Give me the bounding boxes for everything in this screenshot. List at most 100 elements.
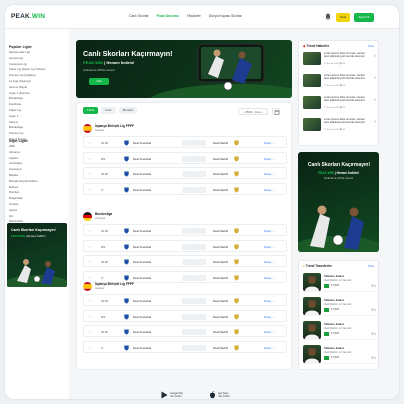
match-row[interactable]: ☆ MS Real Sociedad - Real Madrid Detay → bbox=[83, 239, 287, 252]
bookmark-icon[interactable]: ⌑ bbox=[374, 76, 376, 80]
bookmark-icon[interactable]: ⌑ bbox=[374, 356, 376, 360]
away-team-crest-icon bbox=[234, 228, 239, 234]
match-detail-link[interactable]: Detay → bbox=[264, 276, 275, 280]
tab-all[interactable]: Tümü bbox=[83, 107, 99, 114]
bookmark-icon[interactable]: ⌑ bbox=[374, 332, 376, 336]
hero-download-button[interactable]: İndir bbox=[89, 78, 109, 85]
transfer-item[interactable]: Vinicius Junior Real Madrid • 24 Yaşında €… bbox=[303, 272, 376, 292]
league-name[interactable]: İspanya Birleşik Lig FPPF bbox=[95, 124, 134, 128]
nav-live-scores[interactable]: Canlı Skorlar bbox=[129, 14, 149, 18]
match-row[interactable]: ☆ İY Real Sociedad - Real Madrid Detay → bbox=[83, 270, 287, 283]
hero-title: Canlı Skorları Kaçırmayın! bbox=[83, 49, 173, 58]
match-row[interactable]: ☆ 20:00 Real Sociedad - Real Madrid Detay → bbox=[83, 136, 287, 148]
news-see-all-link[interactable]: Tümü bbox=[367, 45, 374, 48]
football-players-image bbox=[7, 259, 67, 287]
matches-panel: Tümü Canlı Bitmişler ‹ 25/04 - Cum › İsp… bbox=[76, 102, 292, 370]
news-date: 12 Kasım 2024 bbox=[324, 85, 339, 87]
star-icon[interactable]: ☆ bbox=[88, 298, 92, 303]
star-icon[interactable]: ☆ bbox=[88, 156, 92, 161]
transfer-item[interactable]: Vinicius Junior Real Madrid • 24 Yaşında €… bbox=[303, 320, 376, 340]
match-detail-link[interactable]: Detay → bbox=[264, 346, 275, 350]
app-store-badge[interactable]: App Store 'dan İndirin bbox=[209, 389, 230, 399]
match-row[interactable]: ☆ 20:00 Real Sociedad - Real Madrid Detay → bbox=[83, 255, 287, 267]
player-name: Vinicius Junior bbox=[324, 274, 344, 278]
match-row[interactable]: ☆ 20:00 Real Sociedad - Real Madrid Detay → bbox=[83, 294, 287, 306]
match-row[interactable]: ☆ MS Real Sociedad - Real Madrid Detay → bbox=[83, 151, 287, 164]
home-team-crest-icon bbox=[124, 156, 129, 162]
match-row[interactable]: ☆ İY Real Sociedad - Real Madrid Detay → bbox=[83, 182, 287, 195]
match-score: - bbox=[182, 171, 206, 177]
home-team-crest-icon bbox=[124, 345, 129, 351]
news-item[interactable]: Lorem ipsum dolor sit amet, consec tetur… bbox=[303, 52, 376, 66]
transfers-see-all-link[interactable]: Tümü bbox=[367, 265, 374, 268]
bookmark-icon[interactable]: ⌑ bbox=[374, 120, 376, 124]
star-icon[interactable]: ☆ bbox=[88, 171, 92, 176]
home-team-name: Real Sociedad bbox=[133, 275, 152, 280]
news-item[interactable]: Lorem ipsum dolor sit amet, consec tetur… bbox=[303, 74, 376, 88]
match-time: İY bbox=[101, 275, 104, 280]
match-filter-tabs: Tümü Canlı Bitmişler bbox=[83, 107, 138, 114]
star-icon[interactable]: ☆ bbox=[88, 187, 92, 192]
match-row[interactable]: ☆ 20:00 Real Sociedad - Real Madrid Detay → bbox=[83, 325, 287, 337]
tab-finished[interactable]: Bitmişler bbox=[118, 107, 138, 114]
bell-icon[interactable] bbox=[325, 13, 331, 20]
match-detail-link[interactable]: Detay → bbox=[264, 315, 275, 319]
transfer-item[interactable]: Vinicius Junior Real Madrid • 24 Yaşında €… bbox=[303, 296, 376, 316]
match-detail-link[interactable]: Detay → bbox=[264, 260, 275, 264]
match-detail-link[interactable]: Detay → bbox=[264, 172, 275, 176]
app-store-bottom: 'dan İndirin bbox=[218, 395, 230, 398]
match-row[interactable]: ☆ MS Real Sociedad - Real Madrid Detay → bbox=[83, 309, 287, 322]
match-score: - bbox=[182, 243, 206, 250]
match-detail-link[interactable]: Detay → bbox=[264, 299, 275, 303]
match-row[interactable]: ☆ 20:00 Real Sociedad - Real Madrid Detay → bbox=[83, 224, 287, 236]
top-header: PEAK.WIN Canlı Skorlar Puan Durumu Fikst… bbox=[5, 5, 399, 29]
bookmark-icon[interactable]: ⌑ bbox=[374, 308, 376, 312]
away-team-name: Real Madrid bbox=[213, 156, 229, 161]
right-promo-banner[interactable]: Canlı Skorları Kaçırmayın! PEAK.WIN | He… bbox=[298, 152, 379, 252]
login-button[interactable]: Giriş bbox=[336, 13, 350, 22]
match-detail-link[interactable]: Detay → bbox=[264, 157, 275, 161]
match-detail-link[interactable]: Detay → bbox=[264, 245, 275, 249]
star-icon[interactable]: ☆ bbox=[88, 228, 92, 233]
star-icon[interactable]: ☆ bbox=[88, 259, 92, 264]
match-row[interactable]: ☆ İY Real Sociedad - Real Madrid Detay → bbox=[83, 340, 287, 353]
bookmark-icon[interactable]: ⌑ bbox=[374, 98, 376, 102]
transfer-actions: ⛨ ⌑ bbox=[371, 284, 376, 288]
google-play-badge[interactable]: Google Play 'den İndirin bbox=[161, 389, 183, 399]
trend-news-title-text: Trend Haberler bbox=[306, 44, 330, 48]
hero-promo-banner[interactable]: Canlı Skorları Kaçırmayın! PEAK.WIN | He… bbox=[76, 40, 292, 98]
tab-live[interactable]: Canlı bbox=[101, 107, 116, 114]
match-detail-link[interactable]: Detay → bbox=[264, 229, 275, 233]
match-detail-link[interactable]: Detay → bbox=[264, 330, 275, 334]
league-name[interactable]: İspanya Birleşik Lig FPPF bbox=[95, 282, 134, 286]
star-icon[interactable]: ☆ bbox=[88, 329, 92, 334]
star-icon[interactable]: ☆ bbox=[88, 140, 92, 145]
chevron-right-icon[interactable]: › bbox=[261, 110, 262, 114]
sidebar-promo-banner[interactable]: Canlı Skorları Kaçırmayın! PEAK.WIN | He… bbox=[7, 223, 67, 287]
bookmark-icon[interactable]: ⌑ bbox=[374, 284, 376, 288]
nav-standings[interactable]: Puan Durumu bbox=[157, 14, 179, 18]
nav-world-cup[interactable]: Dünya Kupası Skorlar bbox=[209, 14, 242, 18]
sidebar-banner-title: Canlı Skorları Kaçırmayın! bbox=[11, 228, 56, 232]
news-item[interactable]: Lorem ipsum dolor sit amet, consec tetur… bbox=[303, 96, 376, 110]
match-detail-link[interactable]: Detay → bbox=[264, 188, 275, 192]
logo[interactable]: PEAK.WIN bbox=[11, 13, 45, 20]
apple-icon bbox=[210, 391, 215, 399]
date-selector[interactable]: ‹ 25/04 - Cum › bbox=[238, 108, 268, 115]
star-icon[interactable]: ☆ bbox=[88, 345, 92, 350]
bookmark-icon[interactable]: ⌑ bbox=[374, 54, 376, 58]
popular-leagues-list: Şampiyonlar Ligi Avrupa Ligi Konferans Lig… bbox=[9, 50, 65, 143]
star-icon[interactable]: ☆ bbox=[88, 314, 92, 319]
match-row[interactable]: ☆ 20:00 Real Sociedad - Real Madrid Detay → bbox=[83, 167, 287, 179]
star-icon[interactable]: ☆ bbox=[88, 275, 92, 280]
match-detail-link[interactable]: Detay → bbox=[264, 141, 275, 145]
main-nav: Canlı Skorlar Puan Durumu Fikstürler Dün… bbox=[129, 14, 242, 18]
home-team-name: Real Sociedad bbox=[133, 172, 152, 176]
league-name[interactable]: Bundesliga bbox=[95, 212, 112, 216]
news-item[interactable]: Lorem ipsum dolor sit amet, consec tetur… bbox=[303, 118, 376, 132]
calendar-icon[interactable] bbox=[272, 108, 280, 115]
register-button[interactable]: Kayıt Ol bbox=[354, 13, 374, 22]
transfer-item[interactable]: Vinicius Junior Real Madrid • 24 Yaşında €… bbox=[303, 344, 376, 364]
star-icon[interactable]: ☆ bbox=[88, 244, 92, 249]
nav-fixtures[interactable]: Fikstürler bbox=[187, 14, 201, 18]
